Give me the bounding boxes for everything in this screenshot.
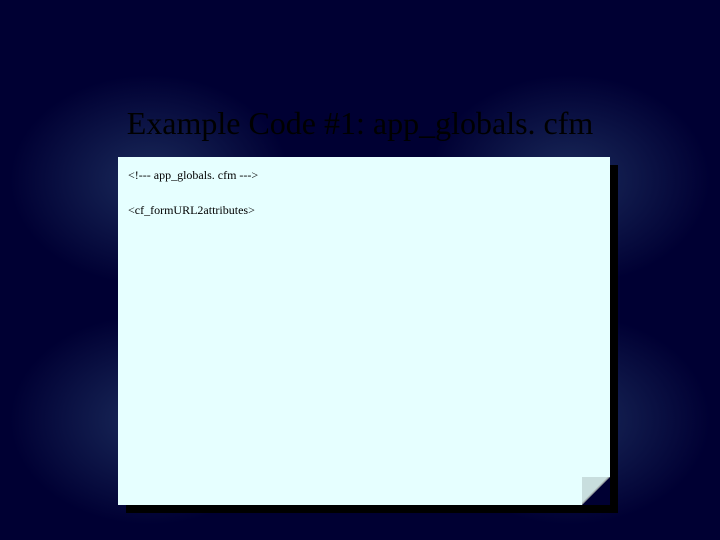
slide-title: Example Code #1: app_globals. cfm xyxy=(0,105,720,142)
code-box: <!--- app_globals. cfm ---> <cf_formURL2… xyxy=(118,157,610,505)
code-line: <cf_formURL2attributes> xyxy=(128,202,600,219)
code-line: <!--- app_globals. cfm ---> xyxy=(128,167,600,184)
page-curl-cut xyxy=(582,477,610,505)
